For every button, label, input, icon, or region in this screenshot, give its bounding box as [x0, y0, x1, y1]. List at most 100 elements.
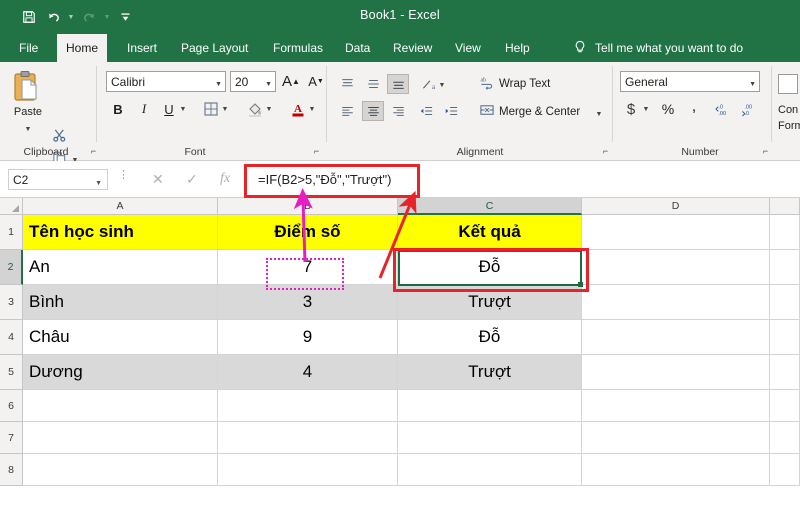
- comma-format-button[interactable]: ,: [683, 96, 705, 118]
- insert-function-icon[interactable]: fx: [220, 171, 230, 187]
- tab-help[interactable]: Help: [496, 34, 539, 62]
- cell-a8[interactable]: [23, 454, 218, 486]
- increase-font-size-button[interactable]: A ▲: [280, 70, 302, 92]
- cell-c2[interactable]: Đỗ: [398, 250, 582, 285]
- cell-b7[interactable]: [218, 422, 398, 454]
- column-header-a[interactable]: A: [23, 198, 218, 215]
- name-box[interactable]: C2 ▼: [8, 169, 108, 190]
- cell-a5[interactable]: Dương: [23, 355, 218, 390]
- align-right-button[interactable]: [387, 101, 409, 121]
- increase-indent-icon[interactable]: [440, 101, 462, 121]
- cell-e4[interactable]: [770, 320, 800, 355]
- cell-e6[interactable]: [770, 390, 800, 422]
- confirm-icon[interactable]: ✓: [186, 171, 198, 188]
- formula-input[interactable]: =IF(B2>5,"Đỗ","Trượt"): [250, 167, 792, 192]
- cell-e8[interactable]: [770, 454, 800, 486]
- cell-d7[interactable]: [582, 422, 770, 454]
- column-header-e[interactable]: [770, 198, 800, 215]
- cell-d3[interactable]: [582, 285, 770, 320]
- align-left-button[interactable]: [336, 101, 358, 121]
- column-header-d[interactable]: D: [582, 198, 770, 215]
- paste-icon[interactable]: [10, 70, 44, 106]
- tell-me-box[interactable]: Tell me what you want to do: [595, 34, 743, 62]
- cell-b8[interactable]: [218, 454, 398, 486]
- column-header-b[interactable]: B: [218, 198, 398, 215]
- merge-center-button[interactable]: Merge & Center: [479, 103, 580, 121]
- cell-e7[interactable]: [770, 422, 800, 454]
- font-family-combo[interactable]: Calibri ▼: [106, 71, 226, 92]
- row-header-2[interactable]: 2: [0, 250, 23, 285]
- cell-a7[interactable]: [23, 422, 218, 454]
- cell-a2[interactable]: An: [23, 250, 218, 285]
- cell-a4[interactable]: Châu: [23, 320, 218, 355]
- tab-file[interactable]: File: [10, 34, 47, 62]
- increase-decimal-icon[interactable]: .0 .00: [712, 98, 734, 120]
- fill-color-icon[interactable]: [244, 98, 266, 120]
- row-header-7[interactable]: 7: [0, 422, 23, 454]
- percent-format-button[interactable]: %: [657, 98, 679, 120]
- clipboard-dialog-launcher[interactable]: ⌐: [88, 146, 99, 157]
- borders-icon[interactable]: [200, 98, 222, 120]
- tab-data[interactable]: Data: [336, 34, 379, 62]
- cell-d5[interactable]: [582, 355, 770, 390]
- currency-format-button[interactable]: $: [620, 98, 642, 120]
- cell-d4[interactable]: [582, 320, 770, 355]
- merge-center-dropdown-icon[interactable]: ▼: [594, 103, 604, 125]
- cell-d8[interactable]: [582, 454, 770, 486]
- cell-e3[interactable]: [770, 285, 800, 320]
- conditional-formatting-icon[interactable]: [778, 74, 798, 94]
- cell-b5[interactable]: 4: [218, 355, 398, 390]
- tab-view[interactable]: View: [446, 34, 490, 62]
- cell-d2[interactable]: [582, 250, 770, 285]
- cell-c7[interactable]: [398, 422, 582, 454]
- cell-c4[interactable]: Đỗ: [398, 320, 582, 355]
- row-header-6[interactable]: 6: [0, 390, 23, 422]
- cell-b2[interactable]: 7: [218, 250, 398, 285]
- bold-button[interactable]: B: [107, 98, 129, 120]
- decrease-font-size-button[interactable]: A ▼: [305, 70, 327, 92]
- underline-button[interactable]: U: [158, 98, 180, 120]
- row-header-1[interactable]: 1: [0, 215, 23, 250]
- align-center-button[interactable]: [362, 101, 384, 121]
- font-size-combo[interactable]: 20 ▼: [230, 71, 276, 92]
- cell-c8[interactable]: [398, 454, 582, 486]
- decrease-decimal-icon[interactable]: .00 .0: [738, 98, 760, 120]
- font-color-icon[interactable]: A: [287, 98, 309, 120]
- underline-dropdown-icon[interactable]: ▼: [178, 98, 188, 120]
- align-middle-button[interactable]: [362, 74, 384, 94]
- align-bottom-button[interactable]: [387, 74, 409, 94]
- cell-a3[interactable]: Bình: [23, 285, 218, 320]
- cell-d1[interactable]: [582, 215, 770, 250]
- tab-page-layout[interactable]: Page Layout: [172, 34, 257, 62]
- currency-dropdown-icon[interactable]: ▼: [641, 98, 651, 120]
- number-dialog-launcher[interactable]: ⌐: [760, 146, 771, 157]
- decrease-indent-icon[interactable]: [415, 101, 437, 121]
- italic-button[interactable]: I: [133, 98, 155, 120]
- cell-e2[interactable]: [770, 250, 800, 285]
- row-header-4[interactable]: 4: [0, 320, 23, 355]
- row-header-8[interactable]: 8: [0, 454, 23, 486]
- tab-insert[interactable]: Insert: [118, 34, 166, 62]
- number-format-combo[interactable]: General ▼: [620, 71, 760, 92]
- cell-b4[interactable]: 9: [218, 320, 398, 355]
- font-color-dropdown-icon[interactable]: ▼: [307, 98, 317, 120]
- cell-b1[interactable]: Điểm số: [218, 215, 398, 250]
- select-all-corner[interactable]: [0, 198, 23, 215]
- font-dialog-launcher[interactable]: ⌐: [311, 146, 322, 157]
- row-header-5[interactable]: 5: [0, 355, 23, 390]
- align-top-button[interactable]: [336, 74, 358, 94]
- cell-e1[interactable]: [770, 215, 800, 250]
- cell-c6[interactable]: [398, 390, 582, 422]
- scissors-icon[interactable]: [52, 128, 67, 148]
- cell-b6[interactable]: [218, 390, 398, 422]
- fill-color-dropdown-icon[interactable]: ▼: [264, 98, 274, 120]
- tab-formulas[interactable]: Formulas: [264, 34, 332, 62]
- column-header-c[interactable]: C: [398, 198, 582, 215]
- row-header-3[interactable]: 3: [0, 285, 23, 320]
- tab-home[interactable]: Home: [57, 34, 108, 62]
- borders-dropdown-icon[interactable]: ▼: [220, 98, 230, 120]
- paste-dropdown-icon[interactable]: ▼: [23, 118, 33, 140]
- cell-c5[interactable]: Trượt: [398, 355, 582, 390]
- cell-a1[interactable]: Tên học sinh: [23, 215, 218, 250]
- cell-e5[interactable]: [770, 355, 800, 390]
